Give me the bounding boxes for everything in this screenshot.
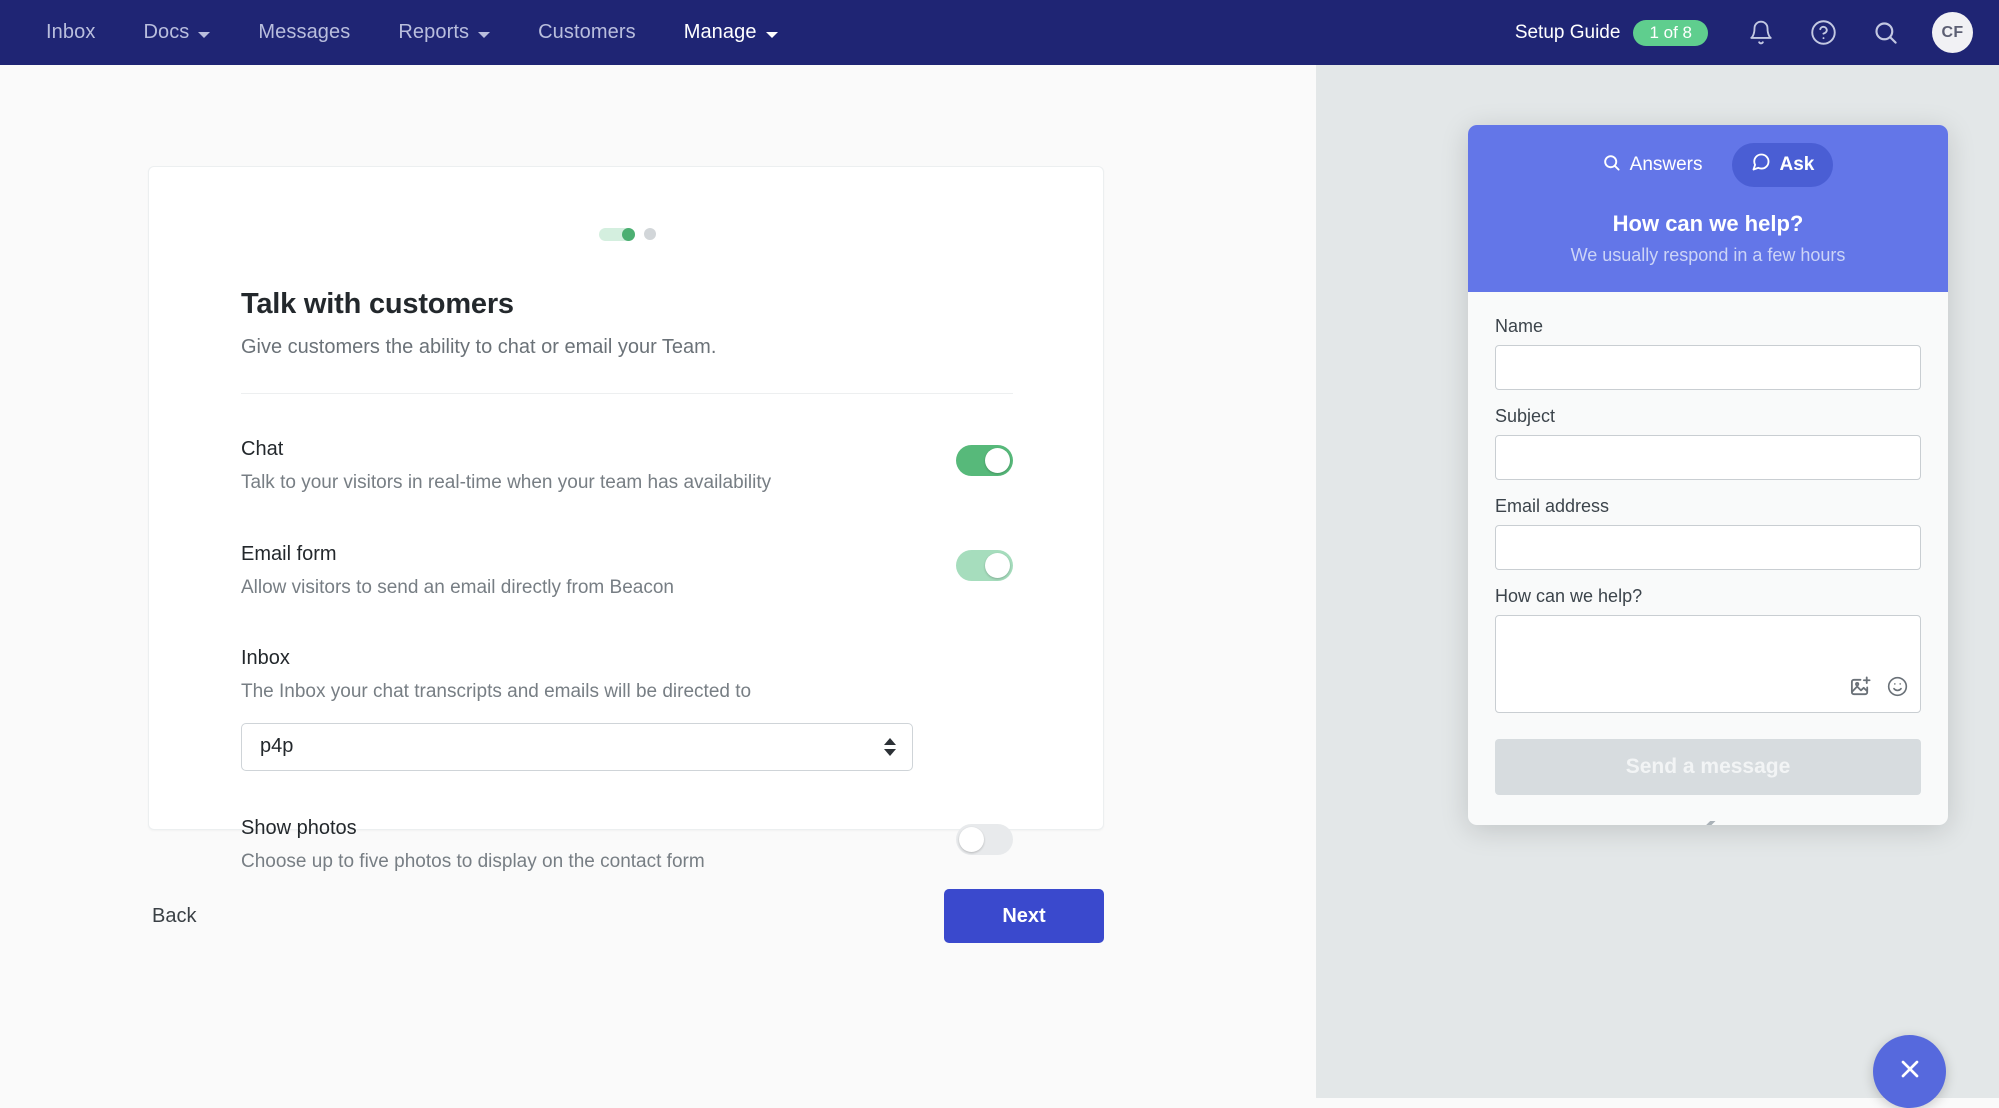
setting-description-show-photos: Choose up to five photos to display on t… [241,850,705,872]
beacon-subheading: We usually respond in a few hours [1570,245,1846,265]
top-navigation-bar: Inbox Docs Messages Reports Customers Ma… [0,0,1999,65]
beacon-textarea-actions [1849,675,1909,703]
search-button[interactable] [1854,0,1916,65]
inbox-field-block: Inbox The Inbox your chat transcripts an… [241,647,1013,771]
beacon-tab-answers[interactable]: Answers [1583,144,1722,187]
setup-guide-button[interactable]: Setup Guide 1 of 8 [1514,19,1730,46]
setting-description-chat: Talk to your visitors in real-time when … [241,472,772,493]
help-button[interactable] [1792,0,1854,65]
show-photos-toggle[interactable] [956,823,1013,855]
nav-item-reports[interactable]: Reports [374,0,514,65]
setting-label-inbox: Inbox [241,647,290,670]
nav-item-docs[interactable]: Docs [119,0,234,65]
avatar[interactable]: CF [1932,12,1973,53]
beacon-tab-label: Answers [1629,154,1703,175]
avatar-initials: CF [1941,23,1964,41]
beacon-close-button[interactable] [1873,1035,1946,1108]
inbox-select-value: p4p [260,735,294,758]
nav-item-label: Inbox [46,21,96,43]
nav-item-label: Customers [538,21,636,43]
beacon-footer [1495,795,1921,825]
add-image-icon[interactable] [1849,675,1872,703]
help-circle-icon [1810,19,1837,46]
nav-item-messages[interactable]: Messages [234,0,374,65]
beacon-tab-ask[interactable]: Ask [1731,143,1834,187]
back-button[interactable]: Back [148,897,200,936]
setup-guide-progress-badge: 1 of 8 [1633,19,1708,46]
send-message-button[interactable]: Send a message [1495,739,1921,795]
toggle-knob [959,826,984,852]
beacon-tab-label: Ask [1779,154,1815,175]
nav-item-label: Docs [143,21,190,43]
setting-row-chat: Chat Talk to your visitors in real-time … [241,438,1013,496]
nav-utility-area: Setup Guide 1 of 8 CF [1515,0,1999,65]
page-body: Talk with customers Give customers the a… [0,65,1999,1098]
beacon-field-name: Name [1495,316,1921,390]
help-scout-logo [1696,817,1720,825]
step-progress-indicator [241,227,1013,241]
beacon-tab-list: Answers Ask [1468,143,1948,187]
setup-guide-label: Setup Guide [1514,21,1621,43]
chat-toggle[interactable] [956,445,1013,476]
beacon-label-name: Name [1495,316,1544,336]
progress-step-upcoming [643,228,656,240]
setup-step-card: Talk with customers Give customers the a… [148,166,1104,872]
setting-label-chat: Chat [241,438,284,460]
bell-icon [1748,19,1774,46]
chevron-down-icon [478,31,491,38]
progress-step-active [598,227,635,241]
beacon-widget: Answers Ask How can we help? We usually … [1468,125,1948,825]
nav-item-label: Manage [683,21,757,43]
beacon-heading: How can we help? [1612,211,1804,236]
beacon-field-message: How can we help? [1495,586,1921,713]
setting-row-show-photos: Show photos Choose up to five photos to … [241,817,1013,875]
beacon-message-textarea[interactable] [1495,615,1921,713]
nav-item-label: Messages [258,21,351,43]
beacon-subject-input[interactable] [1495,435,1921,480]
setting-description-inbox: The Inbox your chat transcripts and emai… [241,681,752,703]
beacon-field-subject: Subject [1495,406,1921,480]
nav-item-inbox[interactable]: Inbox [22,0,119,65]
setting-row-email-form: Email form Allow visitors to send an ema… [241,543,1013,601]
beacon-header: Answers Ask How can we help? We usually … [1468,125,1948,292]
notifications-button[interactable] [1730,0,1792,65]
nav-item-manage[interactable]: Manage [660,0,802,65]
beacon-name-input[interactable] [1495,345,1921,390]
divider [241,393,1013,394]
search-icon [1872,19,1899,46]
page-subtitle: Give customers the ability to chat or em… [241,336,717,358]
beacon-email-input[interactable] [1495,525,1921,570]
nav-item-customers[interactable]: Customers [514,0,660,65]
setting-description-email-form: Allow visitors to send an email directly… [241,576,674,598]
beacon-label-message: How can we help? [1495,586,1643,606]
next-button[interactable]: Next [944,889,1104,943]
close-icon [1896,1055,1924,1088]
beacon-label-email: Email address [1495,496,1610,516]
nav-item-label: Reports [398,21,470,43]
beacon-field-email: Email address [1495,496,1921,570]
page-title: Talk with customers [241,288,514,320]
toggle-knob [985,552,1010,578]
email-form-toggle[interactable] [956,549,1013,581]
setting-label-show-photos: Show photos [241,816,357,839]
inbox-select[interactable]: p4p [241,722,913,771]
search-icon [1602,153,1621,178]
beacon-label-subject: Subject [1495,406,1556,426]
beacon-contact-form: Name Subject Email address How can we he… [1468,292,1948,825]
toggle-knob [985,448,1010,473]
emoji-icon[interactable] [1886,675,1909,703]
setting-label-email-form: Email form [241,542,337,565]
chevron-down-icon [198,31,211,38]
chat-bubble-icon [1751,152,1771,178]
nav-primary-links: Inbox Docs Messages Reports Customers Ma… [0,0,802,65]
wizard-footer: Back Next [148,885,1104,947]
chevron-down-icon [765,31,778,38]
